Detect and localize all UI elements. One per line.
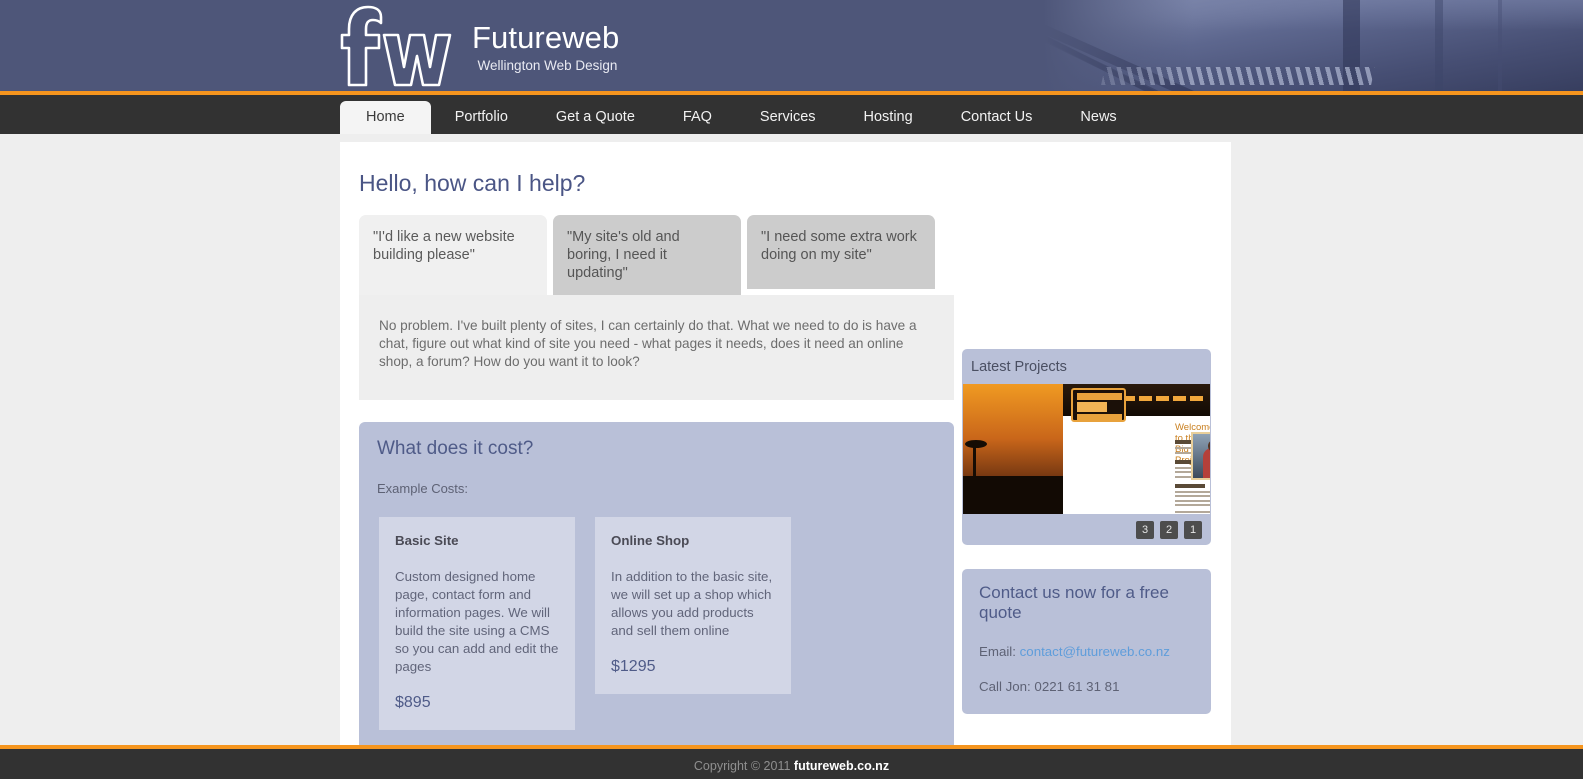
- cost-card-online-shop: Online Shop In addition to the basic sit…: [595, 517, 791, 694]
- copyright-notice: Copyright © 2011 futureweb.co.nz: [694, 759, 889, 773]
- nav-item-faq[interactable]: FAQ: [659, 101, 736, 134]
- nav-item-get-a-quote[interactable]: Get a Quote: [532, 101, 659, 134]
- cost-card-basic-site: Basic Site Custom designed home page, co…: [379, 517, 575, 730]
- cost-subheading: Example Costs:: [377, 481, 469, 496]
- cost-note: We don't use "templates"... We design an…: [377, 730, 936, 745]
- site-header: Futureweb Wellington Web Design: [0, 0, 1583, 91]
- latest-projects-panel: Latest Projects Welcome to the Big Proje…: [962, 349, 1211, 545]
- contact-panel: Contact us now for a free quote Email: c…: [962, 569, 1211, 714]
- latest-projects-title: Latest Projects: [971, 359, 1067, 375]
- cost-section: What does it cost? Example Costs: Basic …: [359, 422, 954, 745]
- projects-pagination: 3 2 1: [962, 514, 1211, 545]
- sidebar: Latest Projects Welcome to the Big Proje…: [962, 349, 1211, 714]
- nav-item-contact-us[interactable]: Contact Us: [937, 101, 1057, 134]
- contact-email-row: Email: contact@futureweb.co.nz: [979, 644, 1194, 659]
- contact-phone-row: Call Jon: 0221 61 31 81: [979, 679, 1120, 694]
- main-navigation: Home Portfolio Get a Quote FAQ Services …: [0, 95, 1583, 134]
- fw-monogram-icon: [340, 5, 452, 87]
- great-big-project-logo-icon: [1071, 388, 1126, 422]
- thumbnail-page-body: Welcome to the Big Project: [1063, 384, 1210, 514]
- nav-item-services[interactable]: Services: [736, 101, 840, 134]
- contact-email-label: Email:: [979, 644, 1016, 659]
- cost-card-list: Basic Site Custom designed home page, co…: [377, 517, 936, 730]
- nav-item-hosting[interactable]: Hosting: [840, 101, 937, 134]
- cost-card-description: Custom designed home page, contact form …: [395, 569, 559, 674]
- contact-panel-title: Contact us now for a free quote: [979, 583, 1169, 622]
- thumbnail-inner-photo: [1191, 432, 1210, 480]
- cost-card-price: $895: [395, 694, 431, 711]
- page-title: Hello, how can I help?: [359, 170, 586, 196]
- tab-extra-work[interactable]: "I need some extra work doing on my site…: [747, 215, 935, 289]
- copyright-prefix: Copyright © 2011: [693, 759, 794, 773]
- pagination-page-2[interactable]: 2: [1160, 520, 1178, 539]
- site-footer: Copyright © 2011 futureweb.co.nz: [0, 749, 1583, 779]
- page-body: Hello, how can I help? "I'd like a new w…: [0, 134, 1583, 745]
- cost-card-price: $1295: [611, 658, 656, 675]
- copyright-site-name: futureweb.co.nz: [793, 759, 890, 773]
- header-background-photo: [1043, 0, 1583, 91]
- cost-heading: What does it cost?: [377, 438, 534, 459]
- cost-card-title: Basic Site: [395, 533, 459, 548]
- tab-site-update[interactable]: "My site's old and boring, I need it upd…: [553, 215, 741, 295]
- tab-new-website[interactable]: "I'd like a new website building please": [359, 215, 547, 295]
- cost-card-description: In addition to the basic site, we will s…: [611, 569, 773, 638]
- nav-item-news[interactable]: News: [1056, 101, 1140, 134]
- tab-content-panel: No problem. I've built plenty of sites, …: [359, 295, 954, 400]
- project-thumbnail[interactable]: Welcome to the Big Project: [963, 384, 1210, 514]
- nav-item-portfolio[interactable]: Portfolio: [431, 101, 532, 134]
- question-tabs: "I'd like a new website building please"…: [359, 215, 1231, 295]
- brand-tagline: Wellington Web Design: [477, 58, 618, 73]
- cost-card-title: Online Shop: [611, 533, 690, 548]
- pagination-page-1[interactable]: 1: [1184, 520, 1202, 539]
- pagination-page-3[interactable]: 3: [1136, 520, 1154, 539]
- contact-email-link[interactable]: contact@futureweb.co.nz: [1020, 644, 1170, 659]
- brand-logo-block[interactable]: Futureweb Wellington Web Design: [340, 4, 619, 88]
- tab-content-text: No problem. I've built plenty of sites, …: [379, 318, 917, 370]
- nav-item-home[interactable]: Home: [340, 101, 431, 134]
- brand-name: Futureweb: [472, 20, 620, 55]
